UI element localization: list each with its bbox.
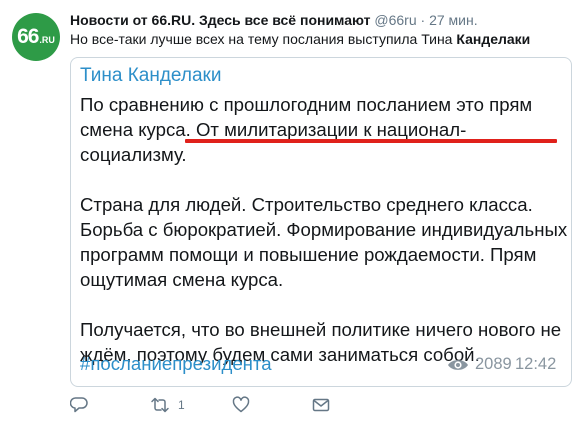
eye-icon <box>448 359 468 370</box>
avatar[interactable]: 66 .RU <box>12 13 60 61</box>
reply-icon <box>70 397 88 413</box>
tweet-timestamp[interactable]: 27 мин. <box>429 12 478 28</box>
embedded-post-card[interactable]: Тина Канделаки По сравнению с прошлогодн… <box>70 57 572 387</box>
reply-button[interactable] <box>70 396 88 414</box>
card-paragraph: Страна для людей. Строительство среднего… <box>80 194 568 290</box>
tweet-text-bold: Канделаки <box>456 31 531 47</box>
retweet-button[interactable]: 1 <box>150 396 185 414</box>
retweet-count: 1 <box>178 398 185 412</box>
tweet-header: Новости от 66.RU. Здесь все всё понимают… <box>70 12 478 28</box>
tweet: 66 .RU Новости от 66.RU. Здесь все всё по… <box>0 0 588 424</box>
tweet-text: Но все-таки лучше всех на тему послания … <box>70 31 530 47</box>
like-icon <box>232 396 250 413</box>
direct-message-button[interactable] <box>312 396 330 414</box>
card-hashtag[interactable]: #посланиепрезидента <box>80 353 272 375</box>
tweet-text-main: Но все-таки лучше всех на тему послания … <box>70 31 453 47</box>
card-views: 2089 <box>447 355 512 374</box>
tweet-actions: 1 <box>70 396 370 418</box>
views-count: 2089 <box>475 355 512 373</box>
retweet-icon <box>151 397 169 413</box>
red-underline-annotation <box>185 139 557 143</box>
card-paragraph: По сравнению с прошлогодним посланием эт… <box>80 94 533 165</box>
avatar-logo-number: 66 <box>17 25 39 48</box>
author-name[interactable]: Новости от 66.RU. Здесь все всё понимают <box>70 12 370 28</box>
card-body: По сравнению с прошлогодним посланием эт… <box>80 92 570 392</box>
avatar-logo-suffix: .RU <box>39 35 55 45</box>
card-time: 12:42 <box>515 355 557 373</box>
card-author[interactable]: Тина Канделаки <box>80 65 221 87</box>
header-separator: · <box>420 12 426 28</box>
direct-message-icon <box>312 398 330 412</box>
author-handle[interactable]: @66ru <box>374 12 416 28</box>
like-button[interactable] <box>232 396 250 414</box>
